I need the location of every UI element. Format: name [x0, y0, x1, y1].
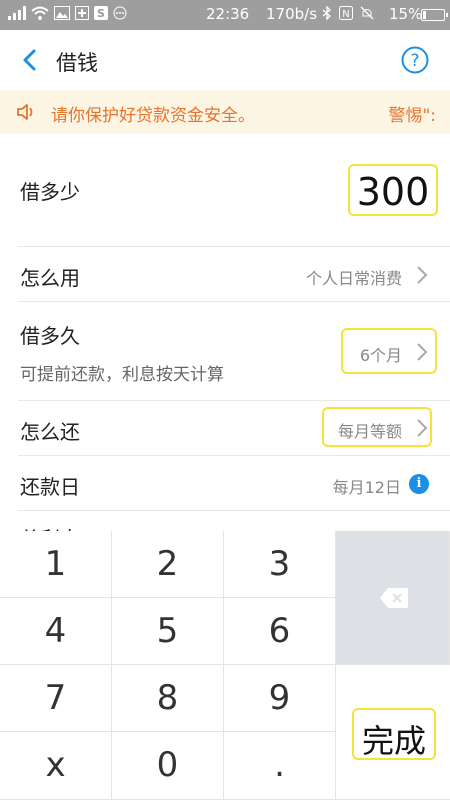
amount-value: 300 — [356, 170, 430, 214]
usage-value: 个人日常消费 — [305, 269, 402, 288]
warning-banner: 请你保护好贷款资金安全。 警惕": — [0, 90, 450, 134]
chevron-right-icon — [417, 343, 428, 361]
term-note: 可提前还款，利息按天计算 — [20, 365, 224, 385]
warning-label: 警惕": — [388, 106, 436, 126]
backspace-icon — [380, 588, 408, 608]
help-icon[interactable]: ? — [401, 46, 429, 74]
key-0[interactable]: 0 — [112, 732, 224, 800]
key-7[interactable]: 7 — [0, 665, 112, 732]
more-dots-icon — [113, 6, 127, 20]
svg-text:?: ? — [410, 51, 419, 71]
key-9[interactable]: 9 — [224, 665, 336, 732]
wifi-icon — [31, 6, 49, 20]
status-left-icons: S — [8, 6, 127, 20]
key-5[interactable]: 5 — [112, 598, 224, 665]
done-label: 完成 — [361, 722, 426, 760]
done-button[interactable]: 完成 — [352, 708, 436, 760]
key-8[interactable]: 8 — [112, 665, 224, 732]
usage-label: 怎么用 — [20, 266, 80, 290]
amount-input[interactable]: 300 — [348, 164, 438, 216]
status-net-speed: 170b/s — [266, 5, 318, 23]
repay-value: 每月等额 — [337, 422, 402, 441]
s-app-icon: S — [94, 6, 108, 20]
chevron-right-icon — [417, 419, 428, 437]
key-3[interactable]: 3 — [224, 531, 336, 598]
repay-label: 怎么还 — [20, 420, 80, 444]
status-right-icons: N — [322, 6, 374, 20]
signal-icon — [8, 6, 26, 20]
term-label: 借多久 — [20, 324, 80, 348]
interest-label: 总利息 — [20, 523, 80, 531]
speaker-icon — [17, 104, 33, 120]
status-time: 22:36 — [206, 5, 250, 23]
repay-method-row[interactable]: 怎么还 每月等额 — [0, 401, 450, 456]
bluetooth-icon — [322, 6, 331, 20]
silent-icon — [360, 6, 374, 20]
due-value: 每月12日 — [332, 478, 401, 497]
key-6[interactable]: 6 — [224, 598, 336, 665]
loan-form: 借多少 300 怎么用 个人日常消费 借多久 可提前还款，利息按天计算 6个月 … — [0, 134, 450, 531]
svg-text:S: S — [97, 7, 105, 20]
chevron-right-icon — [417, 266, 428, 284]
numeric-keypad: 1 2 3 4 5 6 7 8 9 x 0 . 完成 — [0, 531, 450, 800]
amount-row: 借多少 300 — [0, 134, 450, 247]
term-row[interactable]: 借多久 可提前还款，利息按天计算 6个月 — [0, 302, 450, 401]
svg-text:N: N — [342, 9, 349, 20]
key-dot[interactable]: . — [224, 732, 336, 800]
info-icon[interactable]: i — [409, 474, 429, 494]
plus-box-icon — [75, 6, 89, 20]
nfc-icon: N — [339, 6, 353, 20]
key-x[interactable]: x — [0, 732, 112, 800]
due-date-row: 还款日 每月12日 i — [0, 456, 450, 511]
warning-message: 请你保护好贷款资金安全。 — [51, 106, 255, 126]
battery-percentage: 15% — [389, 5, 423, 23]
battery-icon — [421, 9, 448, 21]
delete-key[interactable] — [336, 531, 450, 665]
back-arrow-icon[interactable] — [16, 46, 44, 74]
nav-bar: 借钱 ? — [0, 30, 450, 90]
page-title: 借钱 — [56, 51, 98, 75]
status-bar: S 22:36 170b/s N 15% — [0, 0, 450, 30]
key-2[interactable]: 2 — [112, 531, 224, 598]
image-icon — [54, 6, 70, 20]
due-label: 还款日 — [20, 475, 80, 499]
term-value: 6个月 — [359, 346, 402, 365]
key-4[interactable]: 4 — [0, 598, 112, 665]
amount-label: 借多少 — [20, 180, 80, 204]
key-1[interactable]: 1 — [0, 531, 112, 598]
interest-row: 总利息 — [0, 511, 450, 531]
usage-row[interactable]: 怎么用 个人日常消费 — [0, 247, 450, 302]
